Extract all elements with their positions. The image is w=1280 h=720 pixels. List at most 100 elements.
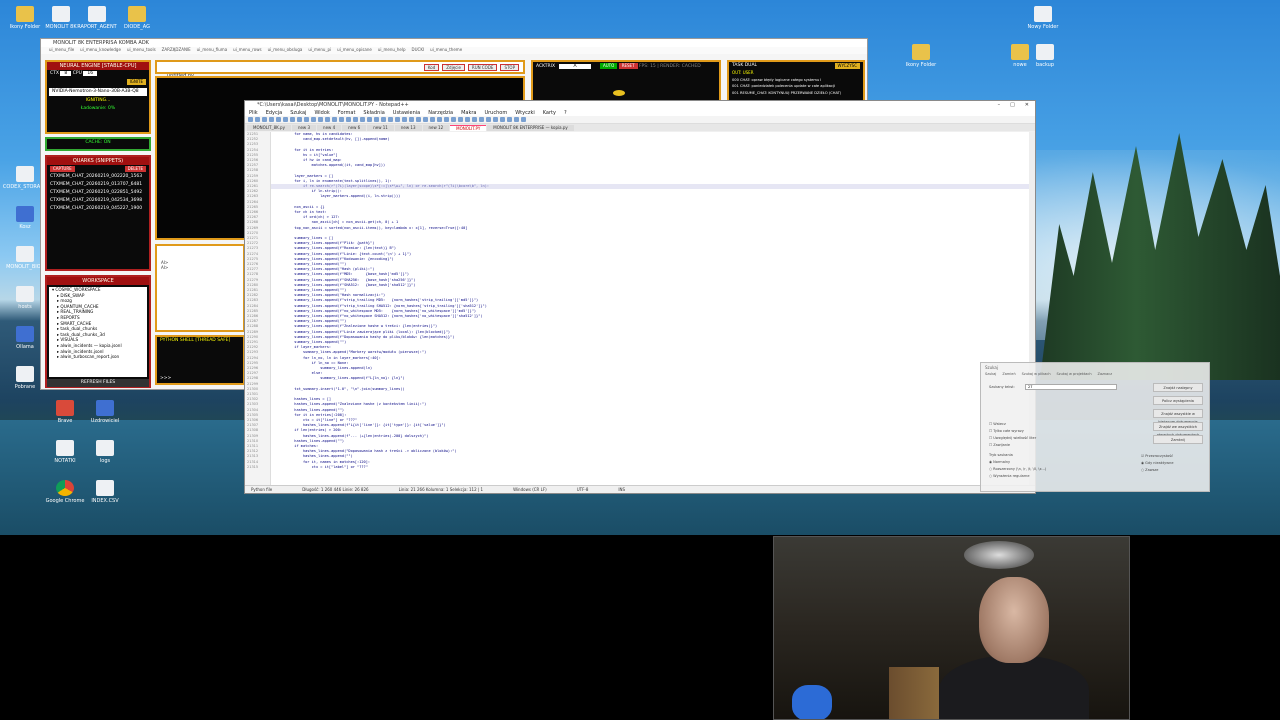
toolbar-icon[interactable] — [500, 117, 505, 122]
editor-action-button[interactable]: RUN CODE — [467, 64, 498, 71]
ide-menu-tab[interactable]: ui_menu_fiuma — [197, 47, 227, 54]
dialog-tab[interactable]: Szukaj — [985, 372, 996, 376]
toolbar-icon[interactable] — [472, 117, 477, 122]
ide-titlebar[interactable]: MONOLIT 8K ENTERPRISA KOMBA ADK — [41, 39, 867, 47]
ide-menu-tab[interactable]: ui_menu_help — [378, 47, 406, 54]
toolbar-icon[interactable] — [486, 117, 491, 122]
python-prompt[interactable]: >>> — [157, 375, 243, 383]
editor-tab[interactable]: new 4 — [317, 125, 342, 131]
toolbar-icon[interactable] — [458, 117, 463, 122]
desktop-icon[interactable]: Uzdrowiciel — [80, 400, 130, 424]
editor-tab[interactable]: new 3 — [291, 125, 317, 131]
ide-menu-tab[interactable]: ui_menu_tools — [127, 47, 156, 54]
toolbar-icon[interactable] — [374, 117, 379, 122]
python-shell-panel[interactable]: PYTHON SHELL [THREAD SAFE] >>> — [155, 335, 245, 385]
editor-action-button[interactable]: STOP — [500, 64, 519, 71]
dialog-button[interactable]: Znajdź we wszystkich otwartych dokumenta… — [1153, 422, 1203, 437]
menu-item[interactable]: Makra — [461, 110, 476, 116]
menu-item[interactable]: Uruchom — [484, 110, 507, 116]
dialog-button[interactable]: Znajdź następny — [1153, 383, 1203, 392]
option-checkbox[interactable]: ☐ Uwzględnij wielkość liter — [989, 435, 1036, 442]
model-name[interactable]: NVIDIA-Nemotron-3-Nano-30B-A3B-Q8 — [49, 88, 147, 96]
editor-tab[interactable]: MONOLIT_8K.py — [247, 125, 291, 131]
toolbar-icon[interactable] — [493, 117, 498, 122]
toolbar-icon[interactable] — [255, 117, 260, 122]
dialog-button[interactable]: Zamknij — [1153, 435, 1203, 444]
toolbar-icon[interactable] — [409, 117, 414, 122]
toolbar-icon[interactable] — [276, 117, 281, 122]
ide-menu-tab[interactable]: DUCKI — [412, 47, 425, 54]
snippet-item[interactable]: CTXMEM_CHAT_20260219_045227_1900 — [47, 205, 149, 213]
toolbar-icon[interactable] — [416, 117, 421, 122]
notepad-titlebar[interactable]: *C:\Users\kasai\Desktop\MONOLIT\MONOLIT.… — [245, 101, 1035, 109]
menu-item[interactable]: Edycja — [266, 110, 283, 116]
dialog-tab[interactable]: Szukaj w projektach — [1057, 372, 1092, 376]
toolbar-icon[interactable] — [402, 117, 407, 122]
delete-button[interactable]: DELETE — [124, 166, 146, 172]
transparency-option[interactable]: ○ Zawsze — [1141, 467, 1173, 474]
auto-toggle[interactable]: AUTO — [600, 63, 618, 69]
toolbar-icon[interactable] — [332, 117, 337, 122]
toolbar-icon[interactable] — [444, 117, 449, 122]
workspace-tree[interactable]: ▾ COSMIC_WORKSPACE ▸ DISK_SWAP ▸ mozg ▸ … — [49, 287, 147, 377]
ide-menu-tab[interactable]: ui_menu_knowledge — [80, 47, 121, 54]
mode-radio[interactable]: ○ Rozszerzony (\n, \r, \t, \0, \x...) — [989, 466, 1046, 473]
capture-button[interactable]: CAPTURE — [50, 166, 75, 172]
toolbar-icon[interactable] — [353, 117, 358, 122]
cpu-input[interactable]: 16 — [83, 71, 98, 76]
toolbar-icon[interactable] — [325, 117, 330, 122]
toolbar-icon[interactable] — [507, 117, 512, 122]
menu-item[interactable]: Karty — [543, 110, 556, 116]
code-editor[interactable]: 21251 21252 21253 21254 21255 21256 21257 21258… — [245, 132, 1035, 485]
toolbar-icon[interactable] — [465, 117, 470, 122]
toolbar-icon[interactable] — [290, 117, 295, 122]
snippet-item[interactable]: CTXMEM_CHAT_20260219_013707_6481 — [47, 181, 149, 189]
toolbar-icon[interactable] — [388, 117, 393, 122]
wyczysc-button[interactable]: WYCZYŚĆ — [834, 63, 860, 69]
desktop-icon[interactable]: Ikony Folder — [896, 44, 946, 68]
mode-radio[interactable]: ◉ Normalny — [989, 459, 1046, 466]
toolbar-icon[interactable] — [262, 117, 267, 122]
find-input[interactable]: 27 — [1025, 384, 1117, 390]
toolbar-icon[interactable] — [381, 117, 386, 122]
snippet-item[interactable]: CTXMEM_CHAT_20260219_022851_5492 — [47, 189, 149, 197]
toolbar-icon[interactable] — [283, 117, 288, 122]
menu-item[interactable]: Składnia — [363, 110, 384, 116]
ignite-button[interactable]: IGNITE — [126, 79, 146, 85]
ide-menu-tab[interactable]: ui_menu_theme — [430, 47, 462, 54]
editor-tab[interactable]: new 6 — [342, 125, 367, 131]
menu-item[interactable]: Narzędzia — [428, 110, 453, 116]
toolbar-icon[interactable] — [339, 117, 344, 122]
editor-tab[interactable]: MONOLIT 8K ENTERPRISE — kopia.py — [487, 125, 574, 131]
toolbar-icon[interactable] — [430, 117, 435, 122]
snippet-item[interactable]: CTXMEM_CHAT_20260219_042534_3698 — [47, 197, 149, 205]
close-icon[interactable]: ✕ — [1025, 102, 1029, 108]
menu-item[interactable]: Widok — [314, 110, 329, 116]
toolbar-icon[interactable] — [423, 117, 428, 122]
snippet-item[interactable]: CTXMEM_CHAT_20260219_002220_1563 — [47, 173, 149, 181]
editor-tab[interactable]: MONOLIT.PY — [450, 125, 487, 131]
toolbar-icon[interactable] — [514, 117, 519, 122]
ctx-input[interactable]: 8 — [60, 71, 72, 76]
desktop-icon[interactable]: INDEX.CSV — [80, 480, 130, 504]
toolbar-icon[interactable] — [437, 117, 442, 122]
toolbar-icon[interactable] — [451, 117, 456, 122]
editor-action-button[interactable]: Zdjęcie — [442, 64, 465, 71]
editor-action-button[interactable]: Kod — [423, 64, 440, 71]
menu-item[interactable]: Ustawienia — [393, 110, 420, 116]
editor-tab[interactable]: new 11 — [367, 125, 394, 131]
ide-menu-tab[interactable]: ui_menu_opisane — [337, 47, 372, 54]
ide-menu-tab[interactable]: ui_menu_obsluga — [268, 47, 303, 54]
dialog-tab[interactable]: Zamień — [1002, 372, 1015, 376]
dialog-button[interactable]: Znajdź wszystkie w bieżącym dokumencie — [1153, 409, 1203, 424]
toolbar-icon[interactable] — [360, 117, 365, 122]
ide-menu-tab[interactable]: ui_menu_file — [49, 47, 74, 54]
option-checkbox[interactable]: ☐ Wstecz — [989, 421, 1036, 428]
dialog-tab[interactable]: Szukaj w plikach — [1022, 372, 1051, 376]
toolbar-icon[interactable] — [248, 117, 253, 122]
tree-item[interactable]: ▸ alwin_turboscan_report.json — [49, 354, 147, 360]
menu-item[interactable]: ? — [564, 110, 567, 116]
editor-tab[interactable]: new 13 — [394, 125, 422, 131]
menu-item[interactable]: Plik — [249, 110, 258, 116]
toolbar-icon[interactable] — [346, 117, 351, 122]
